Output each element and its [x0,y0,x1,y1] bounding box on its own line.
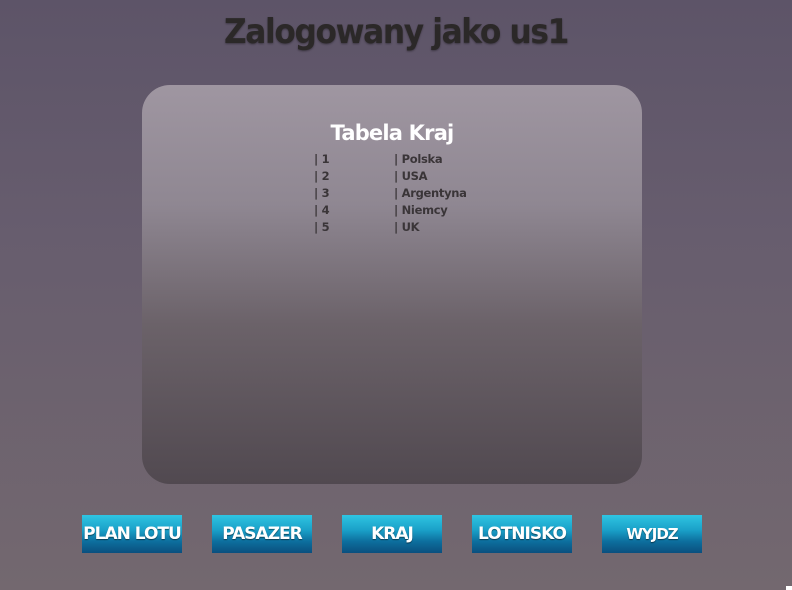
content-panel: Tabela Kraj | 1 | Polska | 2 | USA | 3 |… [142,85,642,484]
kraj-button[interactable]: KRAJ [342,515,442,553]
table-row: | 5 | UK [314,219,514,236]
table-row: | 1 | Polska [314,151,514,168]
row-id: | 1 [314,152,330,166]
row-country: | USA [394,169,428,183]
corner-mark [786,586,792,590]
row-country: | Niemcy [394,203,448,217]
row-country: | Argentyna [394,186,467,200]
row-id: | 3 [314,186,330,200]
country-table: | 1 | Polska | 2 | USA | 3 | Argentyna |… [314,151,514,236]
plan-lotu-button[interactable]: PLAN LOTU [82,515,182,553]
row-country: | UK [394,220,420,234]
row-id: | 5 [314,220,330,234]
lotnisko-button[interactable]: LOTNISKO [472,515,572,553]
row-id: | 2 [314,169,330,183]
page-title: Zalogowany jako us1 [223,12,569,52]
wyjdz-button[interactable]: WYJDZ [602,515,702,553]
pasazer-button[interactable]: PASAZER [212,515,312,553]
table-row: | 3 | Argentyna [314,185,514,202]
bottom-nav: PLAN LOTU PASAZER KRAJ LOTNISKO WYJDZ [0,515,792,553]
table-title: Tabela Kraj [330,121,455,145]
row-id: | 4 [314,203,330,217]
table-row: | 2 | USA [314,168,514,185]
row-country: | Polska [394,152,443,166]
table-row: | 4 | Niemcy [314,202,514,219]
